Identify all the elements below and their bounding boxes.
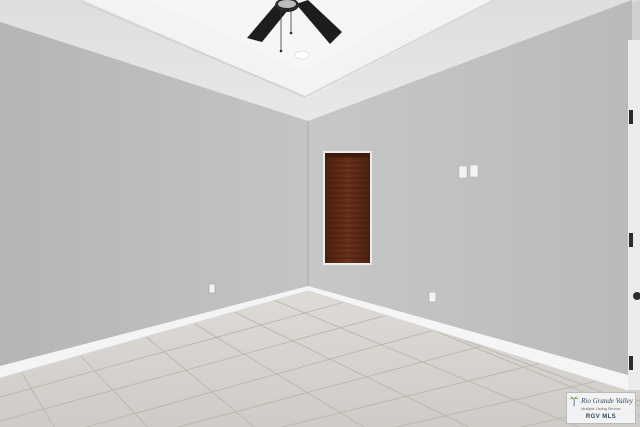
light-switch-icon bbox=[469, 164, 479, 178]
palm-tree-icon bbox=[569, 396, 580, 407]
door-hinge-icon bbox=[629, 233, 633, 247]
door-frame bbox=[628, 40, 640, 390]
door-hinge-icon bbox=[629, 356, 633, 370]
electrical-outlet-icon bbox=[428, 291, 437, 303]
watermark-tagline: Multiple Listing Service bbox=[581, 407, 621, 412]
mls-watermark: Rio Grande Valley Multiple Listing Servi… bbox=[566, 392, 636, 424]
door-hinge-icon bbox=[629, 110, 633, 124]
watermark-brand: Rio Grande Valley bbox=[581, 397, 633, 406]
light-switch-icon bbox=[458, 165, 468, 179]
watermark-mls: RGV MLS bbox=[585, 413, 617, 420]
window-blinds-icon bbox=[323, 151, 372, 265]
room-scene bbox=[0, 0, 640, 427]
watermark-logo: Rio Grande Valley bbox=[569, 396, 633, 407]
recessed-light-icon bbox=[294, 50, 310, 60]
room-photo: Rio Grande Valley Multiple Listing Servi… bbox=[0, 0, 640, 427]
electrical-outlet-icon bbox=[208, 283, 216, 294]
